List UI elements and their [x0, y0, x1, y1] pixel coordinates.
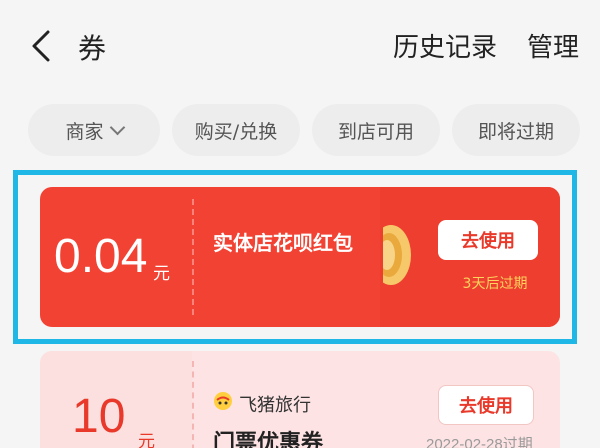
perforation-divider [192, 361, 194, 448]
merchant-name: 飞猪旅行 [239, 395, 311, 416]
manage-link[interactable]: 管理 [527, 27, 579, 64]
filter-bar: 商家 购买/兑换 到店可用 即将过期 [0, 104, 600, 156]
page-title: 券 [78, 32, 107, 65]
coupon-unit: 元 [138, 432, 155, 448]
coupon-amount: 10 [72, 390, 126, 443]
coupon-name: 门票优惠券 [213, 431, 324, 448]
history-records-link[interactable]: 历史记录 [393, 27, 497, 64]
top-bar: 券 历史记录 管理 [0, 0, 600, 92]
coupon-amount: 0.04 [54, 230, 148, 283]
filter-expiring-soon[interactable]: 即将过期 [452, 104, 580, 156]
filter-merchant-label: 商家 [65, 120, 104, 143]
filter-purchase-redeem[interactable]: 购买/兑换 [172, 104, 300, 156]
perforation-divider [192, 199, 194, 315]
filter-in-store[interactable]: 到店可用 [312, 104, 440, 156]
filter-merchant[interactable]: 商家 [28, 104, 160, 156]
coupon-name: 实体店花呗红包 [213, 231, 353, 255]
use-coupon-button[interactable]: 去使用 [438, 220, 538, 260]
coupon-unit: 元 [153, 264, 170, 284]
coupon-card-huabei[interactable]: 0.04 元 实体店花呗红包 去使用 3天后过期 [40, 187, 560, 327]
coin-decoration-icon [383, 225, 411, 285]
use-coupon-button[interactable]: 去使用 [438, 385, 534, 425]
coupon-card-fliggy[interactable]: 10 元 飞猪旅行 门票优惠券 去使用 2022-02-28过期 [40, 351, 560, 448]
fliggy-logo-icon [214, 392, 232, 410]
back-arrow-icon[interactable] [24, 26, 60, 66]
expiry-date: 2022-02-28过期 [426, 436, 533, 448]
expiry-note: 3天后过期 [462, 276, 528, 292]
chevron-down-icon [109, 119, 125, 135]
